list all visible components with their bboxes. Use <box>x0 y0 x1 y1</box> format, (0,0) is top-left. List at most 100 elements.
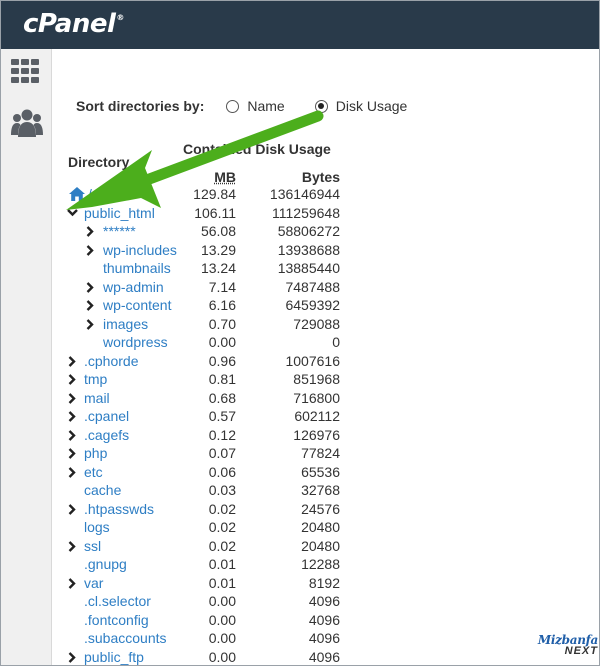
directory-name-link[interactable]: public_html <box>84 204 155 223</box>
main-content: Sort directories by: Name Disk Usage Dir… <box>52 49 599 666</box>
bytes-value: 4096 <box>308 648 340 665</box>
directory-row: .htpasswds 0.02 24576 <box>52 500 599 519</box>
directory-name-link[interactable]: cache <box>84 481 121 500</box>
bytes-value: 851968 <box>293 371 340 387</box>
directory-name-link[interactable]: / <box>88 185 92 204</box>
sidebar-users-button[interactable] <box>1 101 52 147</box>
bytes-value: 13938688 <box>277 241 340 258</box>
chevron-right-icon[interactable] <box>68 370 78 389</box>
chevron-right-icon[interactable] <box>86 296 96 315</box>
directory-name-link[interactable]: .subaccounts <box>84 629 167 648</box>
mb-value: 0.12 <box>208 426 236 443</box>
chevron-right-icon[interactable] <box>68 463 78 482</box>
directory-name-link[interactable]: thumbnails <box>103 259 171 278</box>
name-radio-circle[interactable] <box>226 99 240 113</box>
mb-column-header[interactable]: MB <box>214 169 236 185</box>
mb-value: 0.00 <box>208 611 236 628</box>
chevron-right-icon[interactable] <box>86 241 96 260</box>
cpanel-logo[interactable]: cPanel® <box>23 9 124 39</box>
chevron-right-icon[interactable] <box>68 352 78 371</box>
mb-value: 0.57 <box>208 408 236 424</box>
directory-name-link[interactable]: wp-content <box>103 296 171 315</box>
directory-row: .fontconfig 0.00 4096 <box>52 611 599 630</box>
sidebar <box>1 49 52 665</box>
bytes-value: 136146944 <box>269 186 340 202</box>
directory-name-link[interactable]: public_ftp <box>84 648 144 666</box>
bytes-value: 4096 <box>308 593 340 609</box>
directory-name-link[interactable]: .cphorde <box>84 352 138 371</box>
sort-controls: Sort directories by: Name Disk Usage <box>76 95 407 117</box>
top-header-bar: cPanel® <box>1 1 599 49</box>
chevron-right-icon[interactable] <box>68 648 78 666</box>
directory-name-link[interactable]: var <box>84 574 103 593</box>
bytes-value: 58806272 <box>277 223 340 239</box>
bytes-value: 24576 <box>301 500 340 517</box>
mb-value: 0.01 <box>208 556 236 572</box>
disk-usage-radio-circle[interactable] <box>314 99 328 113</box>
bytes-value: 65536 <box>301 463 340 480</box>
mb-value: 0.03 <box>208 482 236 498</box>
chevron-right-icon[interactable] <box>68 574 78 593</box>
mb-value: 13.29 <box>200 241 236 258</box>
directory-name-link[interactable]: logs <box>84 518 110 537</box>
directory-name-link[interactable]: .htpasswds <box>84 500 154 519</box>
sort-by-name-radio[interactable]: Name <box>226 98 285 114</box>
directory-name-link[interactable]: .fontconfig <box>84 611 149 630</box>
directory-name-link[interactable]: wordpress <box>103 333 168 352</box>
bytes-value: 4096 <box>308 630 340 646</box>
directory-name-link[interactable]: ****** <box>103 222 136 241</box>
chevron-right-icon[interactable] <box>86 315 96 334</box>
directory-column-header[interactable]: Directory <box>68 154 129 170</box>
directory-name-link[interactable]: .gnupg <box>84 555 127 574</box>
sort-label: Sort directories by: <box>76 98 205 114</box>
bytes-value: 20480 <box>301 519 340 535</box>
bytes-value: 6459392 <box>285 297 340 313</box>
chevron-right-icon[interactable] <box>68 537 78 556</box>
chevron-down-icon[interactable] <box>67 204 78 223</box>
directory-name-link[interactable]: mail <box>84 389 110 408</box>
directory-row: mail 0.68 716800 <box>52 389 599 408</box>
directory-row: cache 0.03 32768 <box>52 481 599 500</box>
sort-by-disk-usage-radio[interactable]: Disk Usage <box>314 98 408 114</box>
chevron-right-icon[interactable] <box>68 407 78 426</box>
bytes-column-header: Bytes <box>301 169 340 185</box>
directory-row: .cpanel 0.57 602112 <box>52 407 599 426</box>
directory-name-link[interactable]: .cl.selector <box>84 592 151 611</box>
mb-value: 0.02 <box>208 519 236 535</box>
chevron-right-icon[interactable] <box>86 278 96 297</box>
chevron-right-icon[interactable] <box>86 222 96 241</box>
directory-name-link[interactable]: images <box>103 315 148 334</box>
watermark: Mizbanfa NEXT <box>518 633 598 657</box>
bytes-value: 4096 <box>308 611 340 628</box>
registered-mark: ® <box>116 13 124 22</box>
chevron-right-icon[interactable] <box>68 426 78 445</box>
directory-name-link[interactable]: .cpanel <box>84 407 129 426</box>
bytes-value: 20480 <box>301 537 340 554</box>
directory-name-link[interactable]: wp-admin <box>103 278 164 297</box>
grid-icon <box>11 59 39 83</box>
bytes-value: 7487488 <box>285 278 340 295</box>
directory-name-link[interactable]: ssl <box>84 537 101 556</box>
directory-row: var 0.01 8192 <box>52 574 599 593</box>
mb-value: 7.14 <box>208 278 236 295</box>
mb-value: 13.24 <box>200 260 236 276</box>
bytes-value: 13885440 <box>277 260 340 276</box>
chevron-right-icon[interactable] <box>68 500 78 519</box>
sidebar-home-grid-button[interactable] <box>1 51 52 97</box>
chevron-right-icon[interactable] <box>68 444 78 463</box>
logo-text: cPanel <box>23 9 116 39</box>
directory-name-link[interactable]: .cagefs <box>84 426 129 445</box>
directory-row: images 0.70 729088 <box>52 315 599 334</box>
directory-name-link[interactable]: tmp <box>84 370 107 389</box>
bytes-value: 8192 <box>308 574 340 591</box>
directory-row: public_html 106.11 111259648 <box>52 204 599 223</box>
mb-value: 0.00 <box>208 648 236 665</box>
directory-name-link[interactable]: php <box>84 444 107 463</box>
directory-row: wp-includes 13.29 13938688 <box>52 241 599 260</box>
chevron-right-icon[interactable] <box>68 389 78 408</box>
bytes-value: 602112 <box>294 408 340 424</box>
sort-option-label: Disk Usage <box>335 98 408 114</box>
directory-name-link[interactable]: etc <box>84 463 103 482</box>
directory-name-link[interactable]: wp-includes <box>103 241 177 260</box>
directory-row: tmp 0.81 851968 <box>52 370 599 389</box>
